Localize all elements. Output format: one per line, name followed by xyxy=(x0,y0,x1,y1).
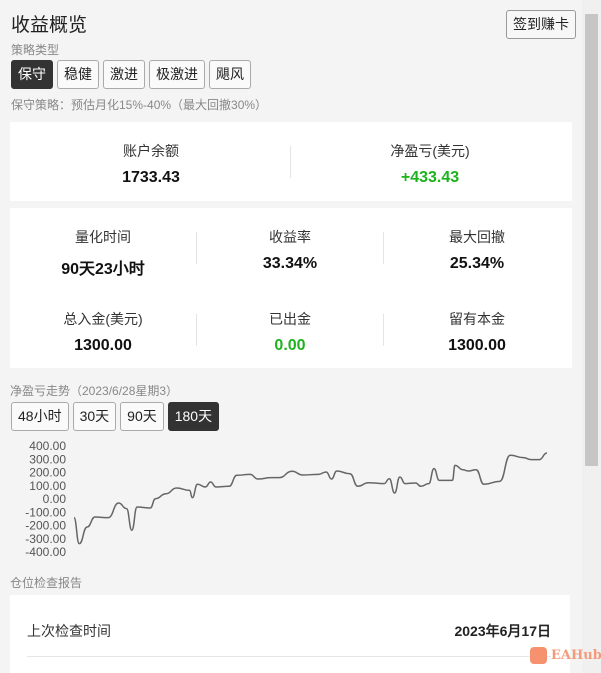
strategy-option[interactable]: 飓风 xyxy=(209,60,251,89)
strategy-option[interactable]: 极激进 xyxy=(149,60,205,89)
stat-label: 量化时间 xyxy=(75,229,131,245)
y-tick-label: -100.00 xyxy=(25,505,66,519)
stat-value: 33.34% xyxy=(262,255,318,272)
y-tick-label: 200.00 xyxy=(29,466,66,480)
last-check-value: 2023年6月17日 xyxy=(454,623,551,639)
strategy-option[interactable]: 稳健 xyxy=(57,60,99,89)
range-option[interactable]: 30天 xyxy=(72,402,117,431)
stat-value: 1300.00 xyxy=(74,337,132,354)
y-tick-label: 300.00 xyxy=(29,452,66,466)
account-card: 账户余额 1733.43 净盈亏(美元) +433.43 xyxy=(10,122,572,201)
pnl-label: 净盈亏(美元) xyxy=(390,143,470,159)
y-tick-label: -200.00 xyxy=(25,519,66,533)
stat-value: 25.34% xyxy=(449,255,505,272)
stat-label: 留有本金 xyxy=(449,311,505,327)
stat-value: 0.00 xyxy=(274,337,306,354)
strategy-option[interactable]: 保守 xyxy=(11,60,53,89)
strategy-description: 保守策略：预估月化15%-40%（最大回撤30%） xyxy=(11,98,268,112)
strategy-option[interactable]: 激进 xyxy=(103,60,145,89)
stat-value: 1300.00 xyxy=(448,337,506,354)
strategy-label: 策略类型 xyxy=(11,43,60,57)
scrollbar[interactable] xyxy=(582,0,601,673)
eahub-logo: EAHub xyxy=(530,647,601,664)
pnl-trend-chart: 400.00300.00200.00100.000.00-100.00-200.… xyxy=(25,439,548,559)
pnl-value: +433.43 xyxy=(400,169,460,186)
report-card: 上次检查时间 2023年6月17日 xyxy=(10,595,570,673)
scrollbar-thumb[interactable] xyxy=(585,14,598,466)
y-tick-label: 0.00 xyxy=(43,492,67,506)
y-tick-label: -400.00 xyxy=(25,545,66,559)
strategy-selector: 保守 稳健 激进 极激进 飓风 xyxy=(11,60,251,89)
stat-value: 90天23小时 xyxy=(61,261,145,278)
last-check-label: 上次检查时间 xyxy=(27,623,111,639)
range-selector: 48小时 30天 90天 180天 xyxy=(11,402,220,431)
range-option[interactable]: 48小时 xyxy=(11,402,69,431)
signin-button[interactable]: 签到赚卡 xyxy=(506,10,576,39)
stat-label: 收益率 xyxy=(269,229,311,245)
stats-card: 量化时间 90天23小时 收益率 33.34% 最大回撤 25.34% 总入金(美元)… xyxy=(10,208,572,368)
range-option[interactable]: 180天 xyxy=(167,402,220,431)
pnl-series-line xyxy=(73,452,548,545)
range-option[interactable]: 90天 xyxy=(120,402,164,431)
stat-label: 最大回撤 xyxy=(449,229,505,245)
balance-value: 1733.43 xyxy=(122,169,180,186)
stat-label: 已出金 xyxy=(269,311,311,327)
report-label: 仓位检查报告 xyxy=(10,576,83,590)
trend-label: 净盈亏走势（2023/6/28星期3） xyxy=(10,384,179,398)
stat-label: 总入金(美元) xyxy=(63,311,143,327)
y-tick-label: -300.00 xyxy=(25,532,66,546)
y-tick-label: 100.00 xyxy=(29,479,66,493)
y-tick-label: 400.00 xyxy=(29,439,66,453)
balance-label: 账户余额 xyxy=(123,143,179,159)
page-title: 收益概览 xyxy=(11,15,88,36)
divider xyxy=(27,656,551,657)
